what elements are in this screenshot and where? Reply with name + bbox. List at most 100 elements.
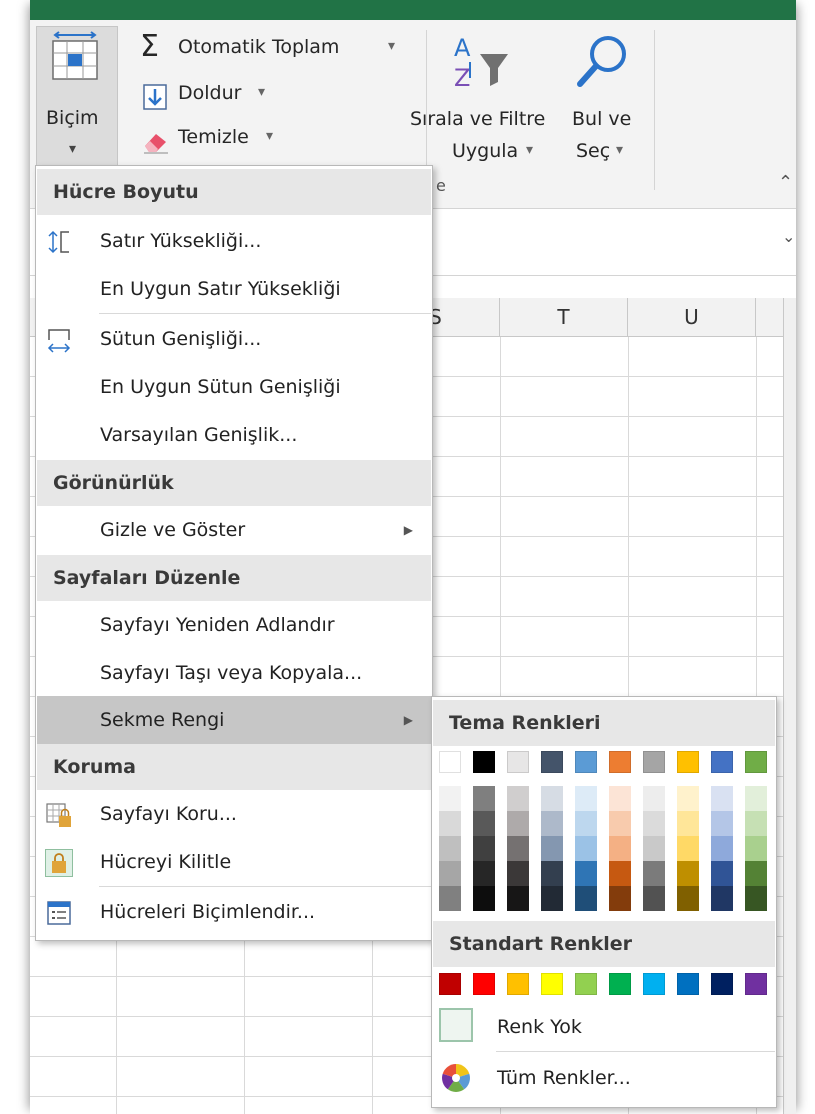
autosum-button[interactable]: Σ Otomatik Toplam ▾ — [138, 29, 408, 68]
theme-shade-swatch[interactable] — [677, 836, 699, 861]
theme-shade-swatch[interactable] — [711, 836, 733, 861]
standard-color-swatch[interactable] — [677, 973, 699, 995]
theme-shade-swatch[interactable] — [439, 786, 461, 811]
theme-shade-swatch[interactable] — [507, 861, 529, 886]
theme-shade-swatch[interactable] — [575, 811, 597, 836]
theme-shade-swatch[interactable] — [677, 861, 699, 886]
theme-shade-swatch[interactable] — [643, 886, 665, 911]
menu-item-hide-unhide[interactable]: Gizle ve Göster ▶ — [37, 506, 431, 554]
standard-color-swatch[interactable] — [745, 973, 767, 995]
theme-shade-swatch[interactable] — [473, 786, 495, 811]
standard-color-swatch[interactable] — [507, 973, 529, 995]
theme-shade-swatch[interactable] — [609, 886, 631, 911]
theme-shade-swatch[interactable] — [439, 886, 461, 911]
no-color-label: Renk Yok — [497, 1016, 582, 1038]
theme-shade-swatch[interactable] — [541, 886, 563, 911]
svg-text:Z: Z — [454, 64, 470, 92]
theme-shade-swatch[interactable] — [643, 861, 665, 886]
column-header-u[interactable]: U — [628, 298, 756, 336]
menu-item-column-width[interactable]: Sütun Genişliği... — [37, 315, 431, 363]
menu-header-visibility: Görünürlük — [37, 460, 431, 506]
theme-color-swatch[interactable] — [439, 751, 461, 773]
standard-color-swatch[interactable] — [643, 973, 665, 995]
theme-shade-swatch[interactable] — [609, 811, 631, 836]
theme-shade-swatch[interactable] — [541, 811, 563, 836]
theme-color-swatch[interactable] — [473, 751, 495, 773]
chevron-down-icon: ▾ — [258, 84, 266, 100]
menu-item-row-height[interactable]: Satır Yüksekliği... — [37, 217, 431, 265]
menu-item-autofit-column-width[interactable]: En Uygun Sütun Genişliği — [37, 363, 431, 411]
vertical-scrollbar[interactable] — [783, 298, 796, 1114]
theme-color-swatch[interactable] — [745, 751, 767, 773]
theme-shade-swatch[interactable] — [609, 786, 631, 811]
theme-shade-swatch[interactable] — [643, 811, 665, 836]
menu-item-format-cells[interactable]: Hücreleri Biçimlendir... — [37, 888, 431, 936]
theme-color-swatch[interactable] — [507, 751, 529, 773]
theme-shade-swatch[interactable] — [609, 861, 631, 886]
theme-color-swatch[interactable] — [643, 751, 665, 773]
theme-shade-swatch[interactable] — [473, 861, 495, 886]
theme-shade-swatch[interactable] — [473, 886, 495, 911]
theme-shade-swatch[interactable] — [473, 811, 495, 836]
theme-shade-swatch[interactable] — [507, 886, 529, 911]
more-colors-option[interactable]: Tüm Renkler... — [433, 1051, 775, 1105]
format-button[interactable]: Biçim ▾ — [36, 26, 118, 178]
clear-button[interactable]: Temizle ▾ — [138, 124, 278, 158]
theme-shade-swatch[interactable] — [473, 836, 495, 861]
theme-shade-swatch[interactable] — [745, 886, 767, 911]
theme-shade-swatch[interactable] — [745, 811, 767, 836]
theme-shade-swatch[interactable] — [745, 786, 767, 811]
find-select-button[interactable]: Bul ve Seç ▾ — [566, 28, 646, 168]
standard-color-swatch[interactable] — [541, 973, 563, 995]
theme-shade-swatch[interactable] — [711, 786, 733, 811]
theme-shade-swatch[interactable] — [439, 811, 461, 836]
theme-shade-swatch[interactable] — [677, 886, 699, 911]
theme-color-swatch[interactable] — [677, 751, 699, 773]
theme-shade-swatch[interactable] — [507, 786, 529, 811]
menu-item-autofit-row-height[interactable]: En Uygun Satır Yüksekliği — [37, 265, 431, 313]
theme-shade-swatch[interactable] — [541, 836, 563, 861]
theme-shade-swatch[interactable] — [507, 811, 529, 836]
sort-filter-button[interactable]: A Z Sırala ve Filtre Uygula ▾ — [406, 28, 566, 168]
theme-shade-swatch[interactable] — [711, 861, 733, 886]
theme-color-swatch[interactable] — [541, 751, 563, 773]
theme-shade-swatch[interactable] — [439, 861, 461, 886]
theme-shade-swatch[interactable] — [575, 861, 597, 886]
theme-shade-swatch[interactable] — [609, 836, 631, 861]
theme-shade-swatch[interactable] — [677, 786, 699, 811]
theme-shade-swatch[interactable] — [541, 861, 563, 886]
menu-item-label: Hücreyi Kilitle — [100, 851, 232, 873]
collapse-ribbon-icon[interactable]: ⌃ — [778, 172, 793, 193]
theme-shade-swatch[interactable] — [507, 836, 529, 861]
theme-shade-swatch[interactable] — [575, 886, 597, 911]
standard-color-swatch[interactable] — [473, 973, 495, 995]
theme-color-swatch[interactable] — [609, 751, 631, 773]
theme-shade-swatch[interactable] — [541, 786, 563, 811]
theme-shade-swatch[interactable] — [643, 836, 665, 861]
standard-color-swatch[interactable] — [711, 973, 733, 995]
theme-shade-swatch[interactable] — [745, 836, 767, 861]
menu-item-default-width[interactable]: Varsayılan Genişlik... — [37, 411, 431, 459]
menu-item-move-copy-sheet[interactable]: Sayfayı Taşı veya Kopyala... — [37, 649, 431, 697]
expand-formula-bar-icon[interactable]: ⌄ — [782, 227, 795, 246]
menu-item-protect-sheet[interactable]: Sayfayı Koru... — [37, 790, 431, 838]
theme-shade-swatch[interactable] — [575, 836, 597, 861]
standard-color-swatch[interactable] — [439, 973, 461, 995]
fill-button[interactable]: Doldur ▾ — [138, 80, 278, 114]
theme-shade-swatch[interactable] — [575, 786, 597, 811]
menu-item-rename-sheet[interactable]: Sayfayı Yeniden Adlandır — [37, 601, 431, 649]
theme-shade-swatch[interactable] — [745, 861, 767, 886]
menu-item-tab-color[interactable]: Sekme Rengi ▶ — [37, 696, 431, 744]
standard-color-swatch[interactable] — [575, 973, 597, 995]
theme-shade-swatch[interactable] — [711, 886, 733, 911]
theme-color-swatch[interactable] — [711, 751, 733, 773]
no-color-option[interactable]: Renk Yok — [433, 1000, 775, 1054]
theme-color-swatch[interactable] — [575, 751, 597, 773]
menu-item-lock-cell[interactable]: Hücreyi Kilitle — [37, 838, 431, 886]
theme-shade-swatch[interactable] — [643, 786, 665, 811]
theme-shade-swatch[interactable] — [439, 836, 461, 861]
theme-shade-swatch[interactable] — [711, 811, 733, 836]
standard-color-swatch[interactable] — [609, 973, 631, 995]
column-header-t[interactable]: T — [500, 298, 628, 336]
theme-shade-swatch[interactable] — [677, 811, 699, 836]
